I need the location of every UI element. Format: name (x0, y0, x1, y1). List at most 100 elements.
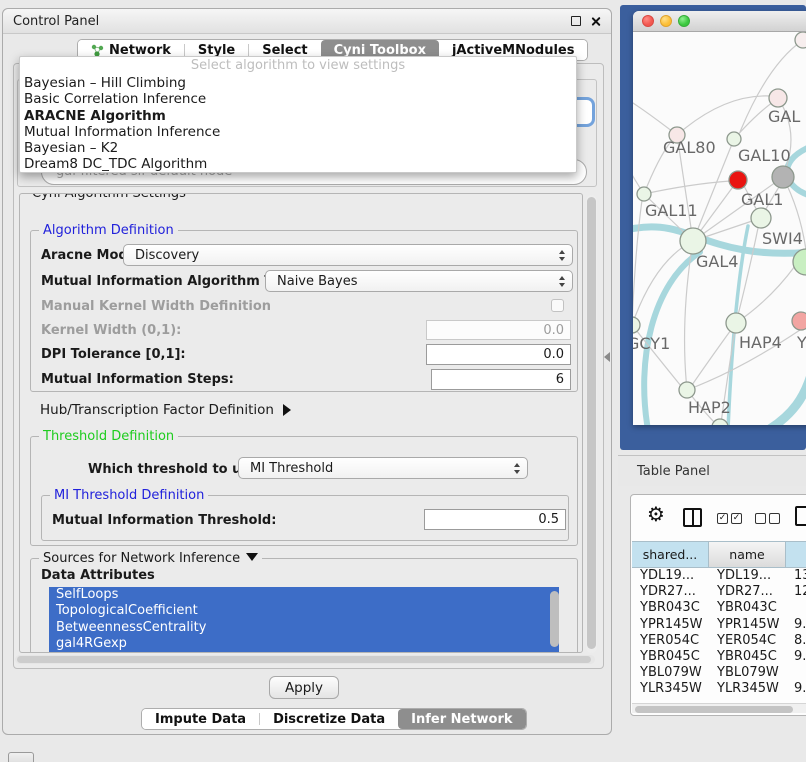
settings-vertical-scrollbar[interactable] (586, 195, 597, 653)
table-cell[interactable]: YER054C (709, 633, 786, 649)
titlebar-icons (571, 16, 601, 27)
mi-type-combo[interactable]: Naive Bayes (265, 270, 573, 292)
data-attribute-item[interactable]: SelfLoops (49, 587, 559, 603)
table-cell[interactable]: YBR043C (709, 600, 786, 616)
table-cell[interactable]: YDR27... (632, 584, 709, 600)
deselect-all-icon[interactable] (755, 513, 780, 524)
network-window: GALGAL80GAL10GAL1GAL11GAL4SWI4HAP4YGCY1H… (633, 11, 806, 425)
table-cell[interactable]: YPR145W (709, 617, 786, 633)
network-node[interactable] (712, 419, 728, 425)
sources-group: Sources for Network Inference Data Attri… (30, 558, 578, 653)
zoom-window-icon[interactable] (678, 15, 690, 27)
table-cell[interactable] (786, 665, 806, 681)
apply-button[interactable]: Apply (269, 676, 339, 699)
table-row[interactable]: YDR27...YDR27...12 (632, 584, 806, 600)
table-cell[interactable]: YDR27... (709, 584, 786, 600)
tab-discretize-data[interactable]: Discretize Data (260, 709, 398, 729)
table-cell[interactable]: YLR345W (632, 681, 709, 697)
mi-steps-field[interactable]: 6 (431, 369, 571, 390)
network-node[interactable] (679, 382, 695, 398)
network-node[interactable] (751, 208, 771, 228)
table-cell[interactable]: 9. (786, 617, 806, 633)
column-header-cutoff[interactable] (786, 541, 806, 568)
table-cell[interactable]: 9. (786, 649, 806, 665)
tab-impute-data[interactable]: Impute Data (142, 709, 259, 729)
algorithm-option[interactable]: ARACNE Algorithm (20, 108, 576, 124)
data-attribute-item[interactable]: gal4RGexp (49, 636, 559, 652)
panel-collapse-handle-icon[interactable] (604, 352, 610, 362)
list-scrollbar[interactable] (550, 591, 559, 647)
table-horizontal-scrollbar[interactable] (632, 703, 806, 713)
expand-arrow-icon[interactable] (283, 404, 291, 416)
settings-horizontal-scrollbar[interactable] (15, 655, 595, 664)
table-cell[interactable]: 13 (786, 568, 806, 584)
select-all-icon[interactable]: ✓ ✓ (717, 513, 742, 524)
network-node[interactable] (680, 228, 706, 254)
manual-kernel-checkbox[interactable] (551, 299, 564, 312)
table-cell[interactable] (786, 600, 806, 616)
network-node[interactable] (633, 317, 640, 333)
data-attribute-item[interactable]: TopologicalCoefficient (49, 603, 559, 619)
kernel-width-field[interactable]: 0.0 (426, 320, 571, 340)
float-window-icon[interactable] (571, 16, 581, 26)
table-cell[interactable]: 12 (786, 584, 806, 600)
aracne-mode-combo[interactable]: Discovery (123, 244, 573, 266)
tab-infer-network-label: Infer Network (411, 712, 512, 727)
network-node[interactable] (772, 166, 794, 188)
network-node[interactable] (727, 132, 741, 146)
collapse-arrow-icon[interactable] (246, 553, 258, 561)
algorithm-option[interactable]: Bayesian – Hill Climbing (20, 75, 576, 91)
table-cell[interactable]: YBR045C (632, 649, 709, 665)
table-cell[interactable]: 8. (786, 633, 806, 649)
column-header-shared-name[interactable]: shared... (632, 541, 709, 568)
table-cell[interactable]: YER054C (632, 633, 709, 649)
network-node[interactable] (795, 32, 806, 48)
columns-icon[interactable] (683, 508, 702, 527)
table-row[interactable]: YPR145WYPR145W9. (632, 617, 806, 633)
algorithm-definition-title: Algorithm Definition (39, 223, 178, 238)
network-node[interactable] (769, 89, 787, 107)
table-row[interactable]: YDL19...YDL19...13 (632, 568, 806, 584)
network-node[interactable] (729, 171, 747, 189)
data-attribute-item[interactable]: BetweennessCentrality (49, 620, 559, 636)
table-cell[interactable]: YLR345W (709, 681, 786, 697)
table-row[interactable]: YER054CYER054C8. (632, 633, 806, 649)
which-threshold-combo[interactable]: MI Threshold (238, 457, 528, 479)
table-cell[interactable]: YBL079W (709, 665, 786, 681)
mi-threshold-field[interactable]: 0.5 (424, 509, 566, 530)
table-cell[interactable]: YDL19... (709, 568, 786, 584)
table-row[interactable]: YBR043CYBR043C (632, 600, 806, 616)
network-node[interactable] (792, 312, 806, 330)
table-cell[interactable]: YBR043C (632, 600, 709, 616)
unchecked-box-icon (769, 513, 780, 524)
algorithm-option[interactable]: Basic Correlation Inference (20, 91, 576, 107)
table-row[interactable]: YLR345WYLR345W9. (632, 681, 806, 697)
tab-infer-network[interactable]: Infer Network (398, 709, 525, 729)
sources-group-title[interactable]: Sources for Network Inference (39, 551, 262, 566)
table-row[interactable]: YBL079WYBL079W (632, 665, 806, 681)
table-cell[interactable]: YPR145W (632, 617, 709, 633)
algorithm-option[interactable]: Bayesian – K2 (20, 140, 576, 156)
algorithm-option[interactable]: Dream8 DC_TDC Algorithm (20, 156, 576, 172)
table-cell[interactable]: 9. (786, 681, 806, 697)
column-header-name[interactable]: name (709, 541, 786, 568)
algorithm-option[interactable]: Mutual Information Inference (20, 124, 576, 140)
network-node[interactable] (726, 313, 746, 333)
file-icon[interactable] (795, 506, 806, 526)
network-canvas[interactable]: GALGAL80GAL10GAL1GAL11GAL4SWI4HAP4YGCY1H… (633, 32, 806, 425)
scrollbar-thumb[interactable] (635, 706, 793, 713)
network-node[interactable] (637, 187, 651, 201)
partial-corner-button[interactable] (8, 752, 34, 762)
table-cell[interactable]: YDL19... (632, 568, 709, 584)
scrollbar-thumb[interactable] (17, 656, 591, 663)
hub-definition-section[interactable]: Hub/Transcription Factor Definition (40, 402, 291, 418)
table-cell[interactable]: YBR045C (709, 649, 786, 665)
table-row[interactable]: YBR045CYBR045C9. (632, 649, 806, 665)
dpi-tolerance-field[interactable]: 0.0 (426, 344, 571, 365)
gear-icon[interactable]: ⚙ (647, 504, 665, 524)
minimize-window-icon[interactable] (660, 15, 672, 27)
table-cell[interactable]: YBL079W (632, 665, 709, 681)
close-panel-icon[interactable] (590, 16, 601, 27)
scrollbar-thumb[interactable] (587, 197, 596, 649)
close-window-icon[interactable] (642, 15, 654, 27)
